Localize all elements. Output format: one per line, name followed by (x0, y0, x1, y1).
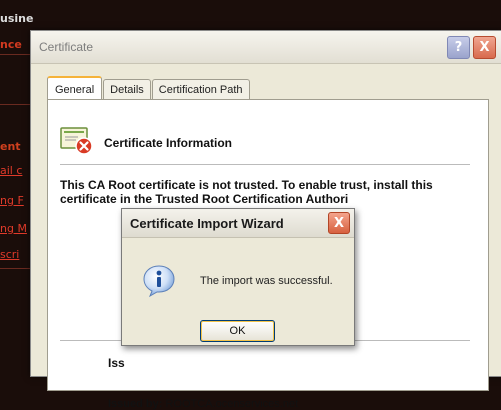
import-wizard-title: Certificate Import Wizard (130, 215, 284, 231)
ok-button[interactable]: OK (200, 320, 275, 342)
issued-by-value: ROOTCA.ocenservices.net (165, 398, 299, 410)
certificate-window-title: Certificate (39, 40, 94, 54)
import-success-message: The import was successful. (200, 275, 333, 287)
tab-details[interactable]: Details (103, 79, 151, 100)
info-icon (142, 264, 176, 302)
issued-to-label: Iss (108, 356, 125, 370)
issued-by-row: Issued by: ROOTCA.ocenservices.net (108, 398, 298, 410)
tab-general[interactable]: General (47, 76, 103, 101)
trust-warning-text: This CA Root certificate is not trusted.… (60, 178, 433, 206)
bg-text-top: usine (0, 12, 34, 25)
bg-divider (0, 104, 30, 105)
certificate-info-title: Certificate Information (104, 136, 233, 150)
certificate-titlebar[interactable]: Certificate ? X (31, 31, 501, 64)
tab-certification-path[interactable]: Certification Path (151, 79, 250, 100)
bg-link-2[interactable]: ng F (0, 194, 24, 207)
certificate-info-header: Certificate Information (60, 126, 232, 160)
bg-divider (0, 268, 30, 269)
bg-link-4[interactable]: scri (0, 248, 19, 261)
help-button[interactable]: ? (447, 35, 470, 59)
import-wizard-close-button[interactable]: X (328, 212, 350, 234)
issued-by-label: Issued by: (108, 398, 163, 410)
bg-section-heading: ent (0, 140, 21, 153)
bg-divider (0, 54, 30, 55)
certificate-error-icon (60, 126, 94, 160)
bg-text-2: nce (0, 38, 22, 51)
import-wizard-body: The import was successful. OK (122, 238, 354, 346)
bg-link-3[interactable]: ng M (0, 222, 27, 235)
import-wizard-titlebar[interactable]: Certificate Import Wizard X (122, 209, 354, 238)
divider (60, 164, 470, 165)
import-wizard-dialog: Certificate Import Wizard X The import w… (121, 208, 355, 346)
tab-bar: General Details Certification Path (47, 75, 251, 101)
bg-link-1[interactable]: ail c (0, 164, 22, 177)
close-button[interactable]: X (473, 35, 496, 59)
